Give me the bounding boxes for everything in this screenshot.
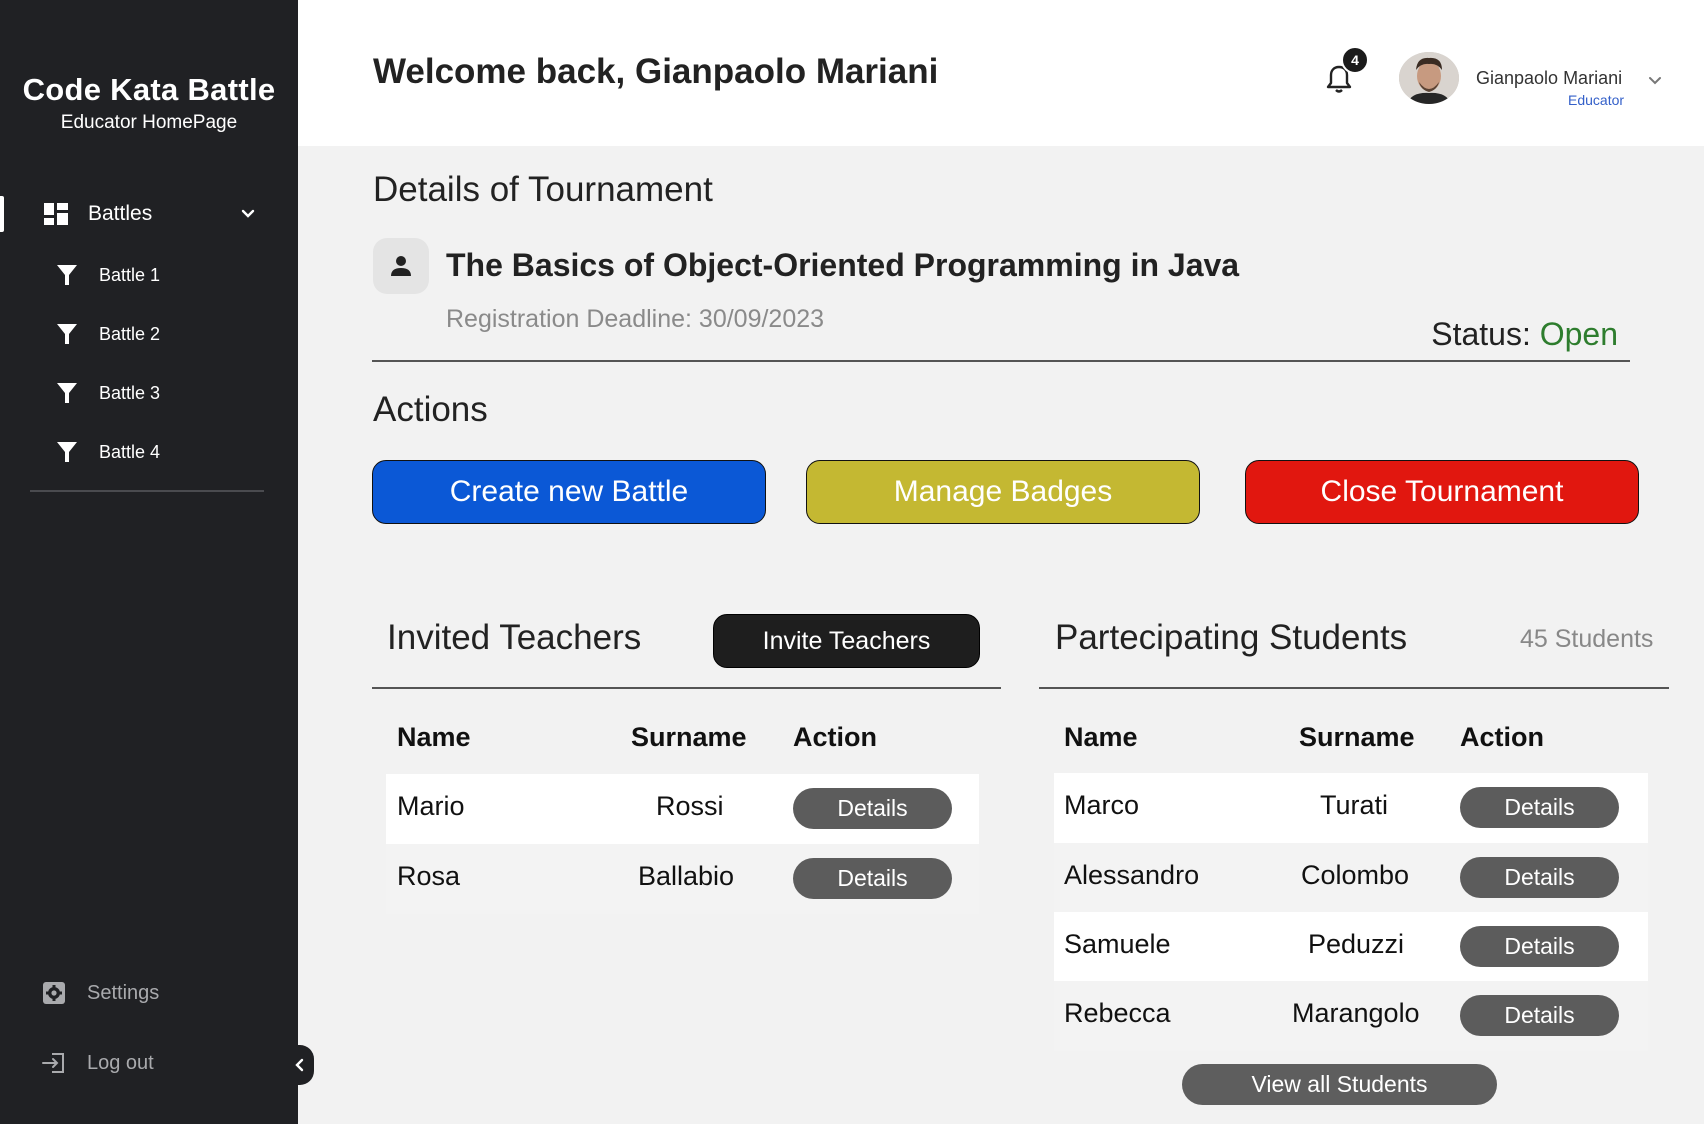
sidebar-item-settings[interactable]: Settings [40, 975, 260, 1011]
sidebar-item-logout[interactable]: Log out [40, 1045, 260, 1081]
section-title-details: Details of Tournament [373, 170, 713, 209]
sidebar-divider [30, 490, 264, 492]
sidebar-item-label: Battles [88, 202, 153, 225]
column-header-surname: Surname [631, 722, 747, 752]
tournament-status: Status: Open [1431, 316, 1618, 353]
student-surname: Marangolo [1292, 998, 1420, 1028]
brand: Code Kata Battle Educator HomePage [0, 72, 298, 134]
top-header: Welcome back, Gianpaolo Mariani 4 Gianpa… [298, 0, 1704, 146]
student-name: Rebecca [1064, 998, 1171, 1028]
invited-teachers-title: Invited Teachers [387, 618, 642, 657]
manage-badges-button[interactable]: Manage Badges [806, 460, 1200, 524]
invite-teachers-button[interactable]: Invite Teachers [713, 614, 980, 668]
table-row: Mario Rossi Details [386, 774, 979, 844]
table-row: Rebecca Marangolo Details [1054, 981, 1648, 1051]
column-header-action: Action [1460, 722, 1544, 752]
sidebar-item-battle-3[interactable]: Battle 3 [0, 374, 298, 414]
student-surname: Colombo [1301, 860, 1410, 890]
status-label: Status: [1431, 316, 1540, 352]
filter-icon [57, 265, 77, 285]
sidebar-item-battles[interactable]: Battles [0, 196, 298, 232]
app-title: Code Kata Battle [22, 72, 276, 107]
sidebar-item-label: Log out [87, 1052, 154, 1074]
notification-badge: 4 [1341, 46, 1369, 74]
table-row: Alessandro Colombo Details [1054, 843, 1648, 913]
section-title-actions: Actions [373, 390, 488, 429]
student-surname: Turati [1320, 790, 1389, 820]
teacher-name: Mario [397, 791, 465, 821]
person-icon [391, 256, 411, 276]
status-value: Open [1539, 316, 1618, 352]
tournament-name: The Basics of Object-Oriented Programmin… [446, 247, 1240, 283]
logout-icon [42, 1053, 64, 1073]
sidebar-item-battle-2[interactable]: Battle 2 [0, 315, 298, 355]
student-surname: Peduzzi [1308, 929, 1405, 959]
sidebar: Code Kata Battle Educator HomePage Battl… [0, 0, 298, 1124]
column-header-name: Name [397, 722, 471, 752]
details-button[interactable]: Details [1460, 926, 1619, 967]
chevron-down-icon[interactable] [238, 204, 258, 224]
column-header-surname: Surname [1299, 722, 1415, 752]
divider [372, 687, 1001, 689]
table-row: Samuele Peduzzi Details [1054, 912, 1648, 982]
tournament-icon-tile [373, 238, 429, 294]
details-button[interactable]: Details [793, 858, 952, 899]
table-row: Marco Turati Details [1054, 773, 1648, 843]
student-name: Marco [1064, 790, 1140, 820]
teacher-name: Rosa [397, 861, 461, 891]
collapse-sidebar-button[interactable] [286, 1045, 314, 1085]
sidebar-item-label: Battle 3 [99, 383, 161, 403]
filter-icon [57, 383, 77, 403]
close-tournament-button[interactable]: Close Tournament [1245, 460, 1639, 524]
column-header-action: Action [793, 722, 877, 752]
details-button[interactable]: Details [1460, 787, 1619, 828]
chevron-down-icon[interactable] [1646, 72, 1664, 90]
table-row: Rosa Ballabio Details [386, 844, 979, 914]
avatar[interactable] [1399, 52, 1459, 104]
details-button[interactable]: Details [793, 788, 952, 829]
details-button[interactable]: Details [1460, 857, 1619, 898]
student-count: 45 Students [1520, 625, 1654, 653]
sidebar-item-label: Settings [87, 982, 160, 1004]
gear-icon [43, 982, 65, 1004]
registration-deadline: Registration Deadline: 30/09/2023 [446, 305, 825, 333]
participating-students-title: Partecipating Students [1055, 618, 1408, 657]
create-battle-button[interactable]: Create new Battle [372, 460, 766, 524]
app-subtitle: Educator HomePage [60, 112, 238, 133]
sidebar-item-label: Battle 4 [99, 442, 161, 462]
welcome-heading: Welcome back, Gianpaolo Mariani [373, 52, 939, 91]
teacher-surname: Rossi [656, 791, 724, 821]
user-name[interactable]: Gianpaolo Mariani [1476, 68, 1622, 89]
column-header-name: Name [1064, 722, 1138, 752]
user-role: Educator [1568, 92, 1625, 108]
teacher-surname: Ballabio [638, 861, 735, 891]
divider [372, 360, 1630, 362]
details-button[interactable]: Details [1460, 995, 1619, 1036]
divider [1039, 687, 1669, 689]
chevron-left-icon [295, 1058, 304, 1072]
filter-icon [57, 324, 77, 344]
filter-icon [57, 442, 77, 462]
dashboard-icon [44, 203, 68, 225]
student-name: Samuele [1064, 929, 1171, 959]
sidebar-item-label: Battle 1 [99, 265, 161, 285]
view-all-students-button[interactable]: View all Students [1182, 1064, 1497, 1105]
student-name: Alessandro [1064, 860, 1200, 890]
sidebar-item-label: Battle 2 [99, 324, 161, 344]
user-portrait-icon [1399, 52, 1459, 104]
sidebar-item-battle-4[interactable]: Battle 4 [0, 433, 298, 473]
active-indicator [0, 196, 4, 232]
sidebar-item-battle-1[interactable]: Battle 1 [0, 256, 298, 296]
